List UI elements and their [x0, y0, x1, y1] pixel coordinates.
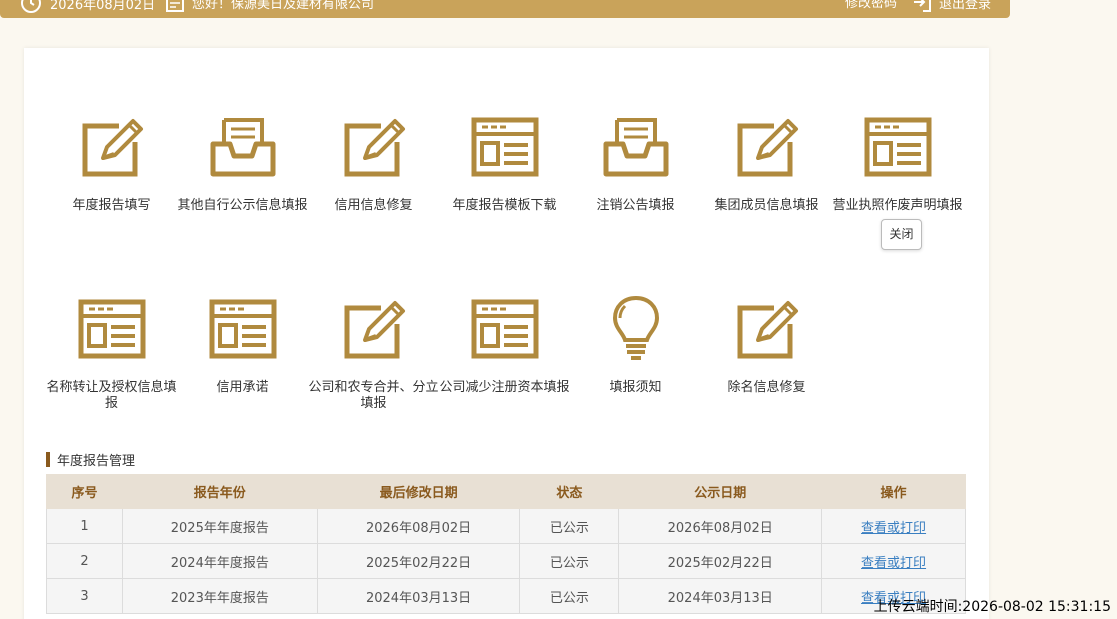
column-header: 公示日期 [618, 474, 823, 509]
table-cell: 2025年02月22日 [316, 543, 521, 579]
table-cell: 1 [46, 508, 123, 544]
edit-icon [701, 112, 832, 182]
view-print-link[interactable]: 查看或打印 [861, 521, 926, 536]
change-password-link[interactable]: 修改密码 [845, 0, 897, 11]
table-cell: 2026年08月02日 [316, 508, 521, 544]
menu-tile-label: 年度报告填写 [72, 198, 151, 213]
column-header: 操作 [821, 474, 966, 509]
table-cell: 2024年03月13日 [316, 578, 521, 614]
table-row: 2 2024年年度报告 2025年02月22日 已公示 2025年02月22日 查看或打印 [46, 543, 966, 579]
table-cell: 2025年年度报告 [121, 508, 318, 544]
menu-tile[interactable]: 公司和农专合并、分立填报 [308, 294, 439, 412]
table-row: 3 2023年年度报告 2024年03月13日 已公示 2024年03月13日 查看或打印 [46, 578, 966, 614]
date-group: 2026年08月02日 [20, 0, 155, 14]
menu-tile[interactable]: 填报须知 [570, 294, 701, 396]
column-header: 状态 [519, 474, 620, 509]
menu-tile[interactable]: 年度报告填写 [46, 112, 177, 214]
menu-tile-label: 公司减少注册资本填报 [439, 380, 570, 395]
annual-report-table: 序号 报告年份 最后修改日期 状态 公示日期 操作 1 2025年年度报告 2026年08月0… [46, 474, 966, 614]
main-card: 年度报告填写 其他自行公示信息填报 信用信息修复 年度报告模板下载 注销公告填报 集团成员… [24, 48, 989, 619]
logout-icon [914, 0, 931, 12]
change-password-label[interactable]: 修改密码 [845, 0, 897, 11]
edit-icon [701, 294, 832, 364]
clock-icon [21, 0, 41, 13]
table-cell: 查看或打印 [821, 508, 966, 544]
template-icon [177, 294, 308, 364]
menu-tile-label: 注销公告填报 [596, 198, 675, 213]
greeting-group: 您好！保源美日及建材有限公司 [166, 0, 374, 12]
table-cell: 2 [46, 543, 123, 579]
menu-tile[interactable]: 信用承诺 [177, 294, 308, 396]
menu-tile[interactable]: 其他自行公示信息填报 [177, 112, 308, 214]
menu-tile-label: 集团成员信息填报 [714, 198, 819, 213]
logout-link[interactable]: 退出登录 [913, 0, 991, 12]
menu-tile-label: 填报须知 [609, 380, 662, 395]
menu-tile-label: 除名信息修复 [727, 380, 806, 395]
menu-tile[interactable]: 注销公告填报 [570, 112, 701, 214]
table-cell: 2025年02月22日 [618, 543, 823, 579]
table-cell: 2024年03月13日 [618, 578, 823, 614]
template-icon [832, 112, 963, 182]
menu-tile-label: 名称转让及授权信息填报 [46, 380, 177, 411]
document-icon [166, 0, 184, 12]
template-icon [439, 112, 570, 182]
menu-tile-label: 营业执照作废声明填报 [832, 198, 963, 213]
table-cell: 查看或打印 [821, 543, 966, 579]
edit-icon [308, 294, 439, 364]
lightbulb-icon [570, 294, 701, 364]
menu-tile[interactable]: 名称转让及授权信息填报 [46, 294, 177, 412]
menu-tile-label: 公司和农专合并、分立填报 [308, 380, 439, 411]
menu-tile[interactable]: 年度报告模板下载 [439, 112, 570, 214]
menu-tile[interactable]: 公司减少注册资本填报 [439, 294, 570, 396]
section-title: 年度报告管理 [46, 450, 135, 469]
edit-icon [46, 112, 177, 182]
menu-tile-label: 信用信息修复 [334, 198, 413, 213]
menu-tile-label: 信用承诺 [216, 380, 269, 395]
table-cell: 2024年年度报告 [121, 543, 318, 579]
current-date: 2026年08月02日 [50, 0, 156, 13]
edit-icon [308, 112, 439, 182]
column-header: 序号 [46, 474, 123, 509]
template-icon [46, 294, 177, 364]
menu-tile-label: 年度报告模板下载 [452, 198, 557, 213]
section-title-bar [46, 452, 50, 467]
table-cell: 2023年年度报告 [121, 578, 318, 614]
template-icon [439, 294, 570, 364]
table-cell: 已公示 [519, 543, 620, 579]
inbox-icon [570, 112, 701, 182]
top-bar: 2026年08月02日 您好！保源美日及建材有限公司 修改密码 退出登录 [0, 0, 1010, 18]
inbox-icon [177, 112, 308, 182]
table-cell: 已公示 [519, 578, 620, 614]
menu-tile[interactable]: 集团成员信息填报 [701, 112, 832, 214]
menu-tile[interactable]: 营业执照作废声明填报 [832, 112, 963, 214]
view-print-link[interactable]: 查看或打印 [861, 556, 926, 571]
section-title-text: 年度报告管理 [57, 454, 136, 469]
column-header: 最后修改日期 [316, 474, 521, 509]
menu-tile[interactable]: 除名信息修复 [701, 294, 832, 396]
menu-tile[interactable]: 信用信息修复 [308, 112, 439, 214]
table-cell: 3 [46, 578, 123, 614]
table-row: 1 2025年年度报告 2026年08月02日 已公示 2026年08月02日 查看或打印 [46, 508, 966, 544]
column-header: 报告年份 [121, 474, 318, 509]
close-tooltip[interactable]: 关闭 [881, 219, 922, 250]
table-header-row: 序号 报告年份 最后修改日期 状态 公示日期 操作 [46, 474, 966, 509]
table-cell: 已公示 [519, 508, 620, 544]
menu-tile-label: 其他自行公示信息填报 [177, 198, 308, 213]
greeting-text: 您好！保源美日及建材有限公司 [192, 0, 375, 12]
table-cell: 2026年08月02日 [618, 508, 823, 544]
upload-timestamp: 上传云端时间:2026-08-02 15:31:15 [873, 599, 1111, 615]
logout-label[interactable]: 退出登录 [939, 0, 991, 12]
